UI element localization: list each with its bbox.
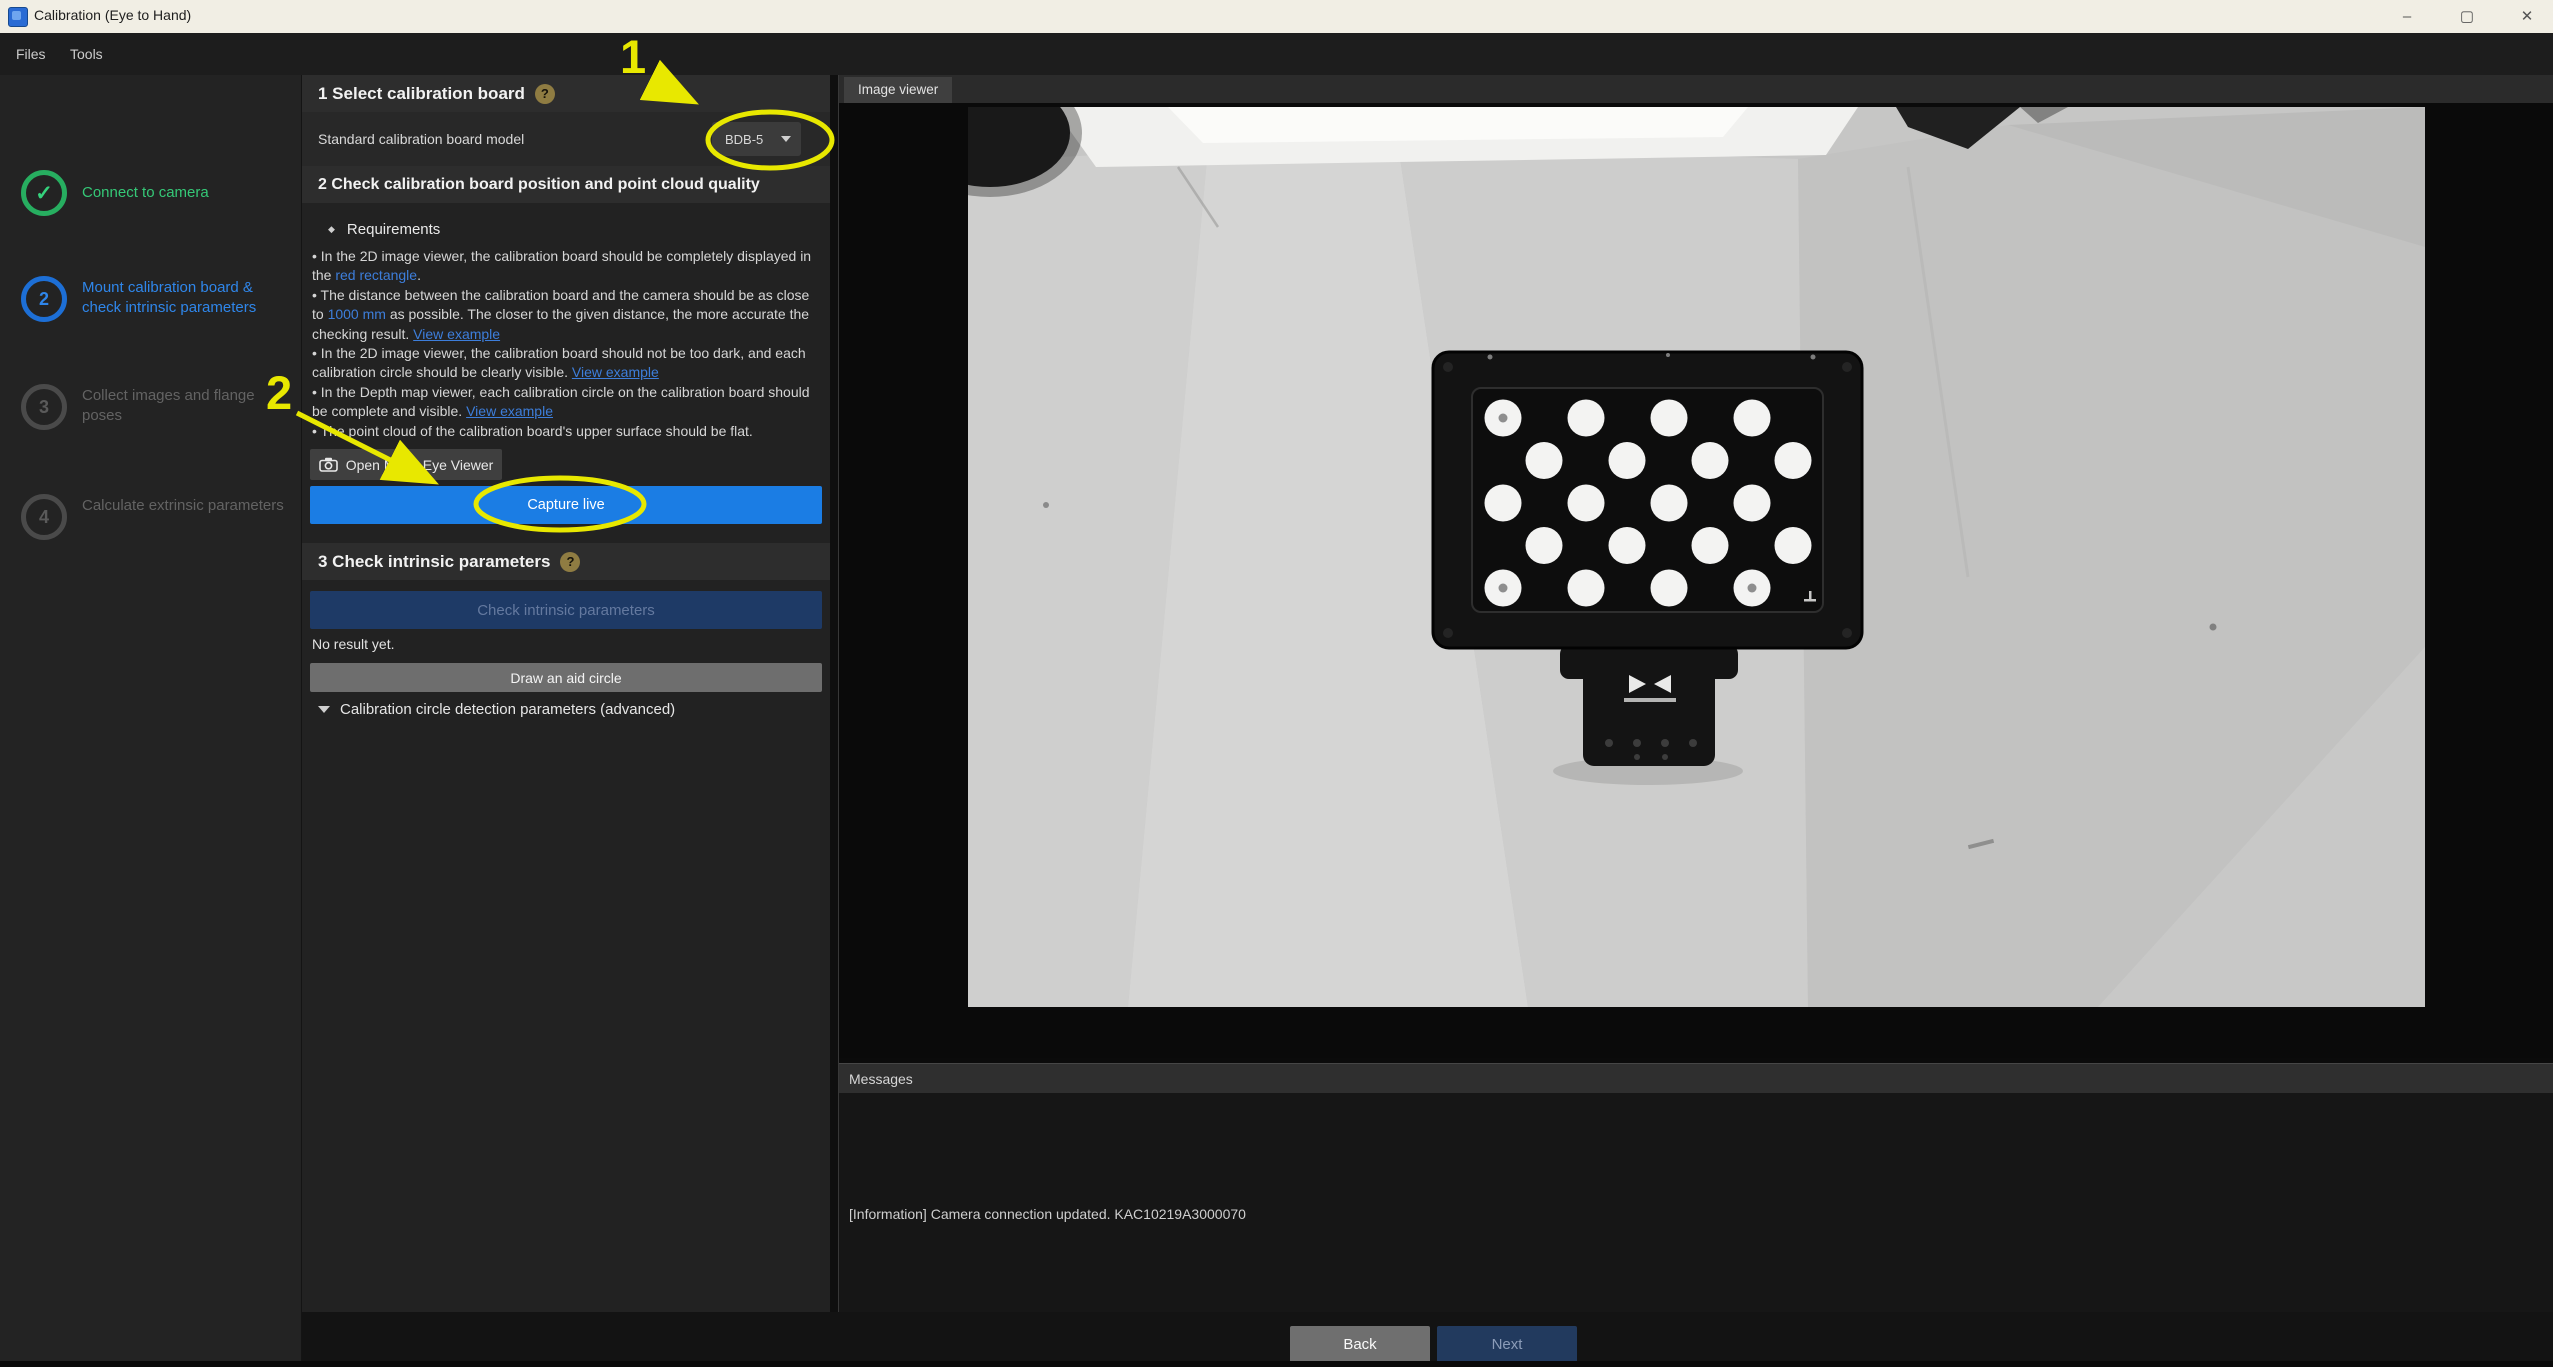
section3-header: 3 Check intrinsic parameters ? <box>302 543 830 580</box>
section1-header: 1 Select calibration board ? <box>302 75 830 112</box>
step4-number-icon: 4 <box>21 494 67 540</box>
title-bar: Calibration (Eye to Hand) – ▢ ✕ <box>0 0 2553 33</box>
maximize-icon[interactable]: ▢ <box>2452 6 2482 27</box>
camera-icon <box>319 457 338 472</box>
requirements-toggle[interactable]: ◆ Requirements <box>328 221 440 238</box>
inline-link[interactable]: red rectangle <box>335 267 417 283</box>
help-icon[interactable]: ? <box>535 84 555 104</box>
app-icon <box>8 7 28 27</box>
next-button[interactable]: Next <box>1437 1326 1577 1363</box>
messages-log[interactable]: [Information] Camera connection updated.… <box>839 1093 2553 1312</box>
sidebar-item-mount-board[interactable]: Mount calibration board & check intrinsi… <box>82 278 287 318</box>
window-title: Calibration (Eye to Hand) <box>34 7 191 23</box>
viewer-tab-strip: Image viewer <box>839 75 2553 103</box>
menu-bar: Files Tools <box>0 33 2553 75</box>
menu-files[interactable]: Files <box>8 33 54 75</box>
step3-number-icon: 3 <box>21 384 67 430</box>
advanced-parameters-label: Calibration circle detection parameters … <box>340 701 675 718</box>
board-model-label: Standard calibration board model <box>318 112 524 166</box>
panel-splitter[interactable] <box>830 75 838 1367</box>
inline-link[interactable]: View example <box>413 326 500 342</box>
requirement-item: • The distance between the calibration b… <box>312 286 818 344</box>
log-entry: [Information] Camera connection updated.… <box>849 1206 1246 1222</box>
capture-live-button[interactable]: Capture live <box>310 486 822 524</box>
chevron-down-icon <box>781 136 791 142</box>
requirements-list: • In the 2D image viewer, the calibratio… <box>312 247 818 441</box>
viewer-panel: Image viewer <box>838 75 2553 1312</box>
calibration-window: Calibration (Eye to Hand) – ▢ ✕ Files To… <box>0 0 2553 1367</box>
tab-image-viewer[interactable]: Image viewer <box>844 77 952 103</box>
advanced-parameters-toggle[interactable]: Calibration circle detection parameters … <box>318 701 675 718</box>
sidebar-item-connect-camera[interactable]: Connect to camera <box>82 183 287 203</box>
close-icon[interactable]: ✕ <box>2512 6 2542 27</box>
inline-link[interactable]: 1000 mm <box>328 306 386 322</box>
inline-link[interactable]: View example <box>572 364 659 380</box>
requirement-item: • In the 2D image viewer, the calibratio… <box>312 247 818 286</box>
menu-tools[interactable]: Tools <box>62 33 111 75</box>
section2-title: 2 Check calibration board position and p… <box>318 166 760 203</box>
board-model-dropdown[interactable]: BDB-5 <box>712 122 801 156</box>
open-viewer-label: Open Mech-Eye Viewer <box>346 457 494 473</box>
sidebar-item-calc-extrinsic[interactable]: Calculate extrinsic parameters <box>82 496 287 516</box>
board-model-row: Standard calibration board model BDB-5 <box>302 112 830 166</box>
collapse-marker-icon: ◆ <box>328 224 335 235</box>
section3-title: 3 Check intrinsic parameters <box>318 543 550 580</box>
check-intrinsic-parameters-button[interactable]: Check intrinsic parameters <box>310 591 822 629</box>
help-icon[interactable]: ? <box>560 552 580 572</box>
requirement-item: • In the Depth map viewer, each calibrat… <box>312 383 818 422</box>
board-model-value: BDB-5 <box>725 132 763 147</box>
section1-title: 1 Select calibration board <box>318 75 525 112</box>
requirement-item: • In the 2D image viewer, the calibratio… <box>312 344 818 383</box>
inline-link[interactable]: View example <box>466 403 553 419</box>
draw-aid-circle-button[interactable]: Draw an aid circle <box>310 663 822 692</box>
open-mech-eye-viewer-button[interactable]: Open Mech-Eye Viewer <box>310 449 502 480</box>
requirement-item: • The point cloud of the calibration boa… <box>312 422 818 441</box>
back-button[interactable]: Back <box>1290 1326 1430 1363</box>
minimize-icon[interactable]: – <box>2392 6 2422 27</box>
messages-header[interactable]: Messages <box>839 1063 2553 1093</box>
no-result-text: No result yet. <box>312 636 394 652</box>
requirements-label: Requirements <box>347 221 440 238</box>
section2-header: 2 Check calibration board position and p… <box>302 166 830 203</box>
sidebar-item-collect-images[interactable]: Collect images and flange poses <box>82 386 287 426</box>
steps-sidebar: ✓ Connect to camera 2 Mount calibration … <box>0 75 302 1361</box>
step2-number-icon: 2 <box>21 276 67 322</box>
chevron-down-icon <box>318 706 330 713</box>
window-bottom-edge <box>0 1361 2553 1367</box>
step1-check-icon: ✓ <box>21 170 67 216</box>
calibration-steps-panel: 1 Select calibration board ? Standard ca… <box>302 75 830 1312</box>
image-viewer-canvas[interactable] <box>839 103 2553 1058</box>
camera-2d-image <box>968 107 2425 1007</box>
